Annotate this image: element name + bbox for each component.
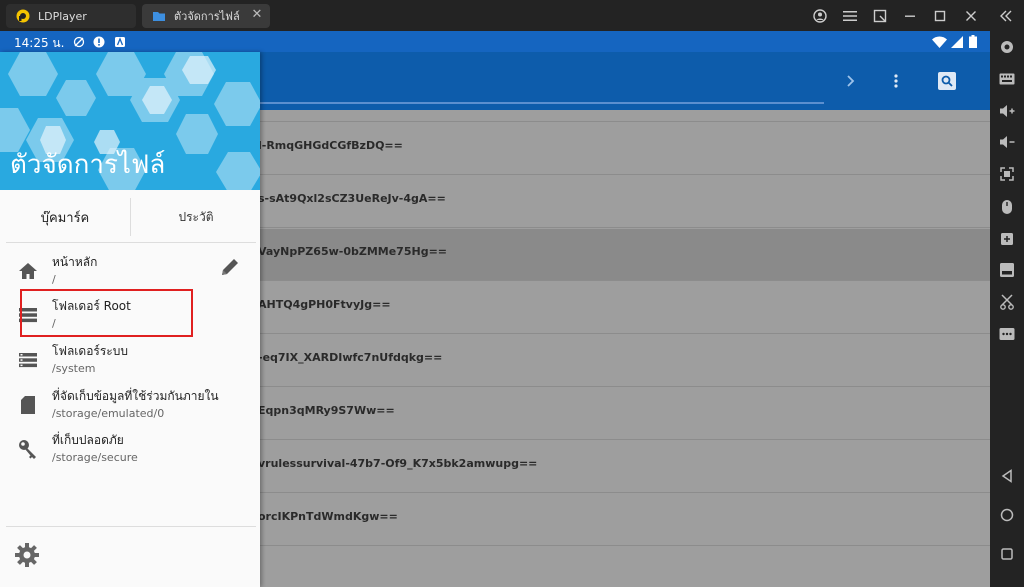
close-window-icon[interactable]: [961, 6, 981, 26]
chevron-right-icon[interactable]: [845, 74, 857, 88]
key-icon: [17, 438, 39, 460]
drawer-item-internal-storage[interactable]: ที่จัดเก็บข้อมูลที่ใช้ร่วมกันภายใน /stor…: [0, 383, 260, 427]
search-icon[interactable]: [938, 72, 956, 90]
tabs-divider: [6, 242, 256, 243]
tab-bookmarks-label: บุ๊คมาร์ค: [40, 210, 90, 226]
signal-icon: [951, 36, 963, 48]
more-tools-icon[interactable]: [997, 324, 1017, 344]
file-name: Eqpn3qMRy9S7Ww==: [258, 404, 395, 417]
file-name: s-sAt9Qxl2sCZ3UeReJv-4gA==: [258, 192, 446, 205]
home-icon: [17, 260, 39, 282]
more-options-icon[interactable]: [892, 73, 900, 89]
keyboard-icon[interactable]: [997, 69, 1017, 89]
drawer-item-path: /system: [52, 362, 96, 375]
file-name: VayNpPZ65w-0bZMMe75Hg==: [258, 245, 447, 258]
drawer-item-name: โฟลเดอร์ระบบ: [52, 344, 128, 358]
volume-down-icon[interactable]: [997, 132, 1017, 152]
settings-ring-icon[interactable]: [997, 37, 1017, 57]
highlight-box: [20, 289, 193, 337]
collapse-sidebar-icon[interactable]: [996, 6, 1016, 26]
sd-card-icon: [17, 394, 39, 416]
status-time: 14:25 น.: [14, 36, 65, 50]
edit-pencil-icon[interactable]: [219, 256, 241, 278]
tab-history-label: ประวัติ: [178, 209, 214, 224]
drawer-item-name: หน้าหลัก: [52, 255, 98, 269]
storage-icon: [17, 349, 39, 371]
alert-icon: [93, 36, 105, 48]
drawer-item-secure-storage[interactable]: ที่เก็บปลอดภัย /storage/secure: [0, 427, 260, 471]
wifi-icon: [932, 36, 947, 48]
apk-install-icon[interactable]: [997, 260, 1017, 280]
settings-gear-icon[interactable]: [14, 542, 40, 568]
drawer-item-path: /: [52, 273, 56, 286]
window-titlebar: LDPlayer ตัวจัดการไฟล์ ✕: [0, 0, 1024, 31]
add-window-icon[interactable]: [997, 229, 1017, 249]
folder-icon: [153, 12, 165, 21]
tab-file-manager[interactable]: ตัวจัดการไฟล์ ✕: [142, 4, 270, 28]
drawer-title: ตัวจัดการไฟล์: [10, 150, 166, 180]
drawer-item-system-folder[interactable]: โฟลเดอร์ระบบ /system: [0, 338, 260, 382]
status-bar: 14:25 น.: [0, 31, 990, 52]
minimize-icon[interactable]: [900, 6, 920, 26]
notification-icon: [73, 36, 85, 48]
scissors-icon[interactable]: [997, 292, 1017, 312]
back-icon[interactable]: [997, 466, 1017, 486]
tab-label: ตัวจัดการไฟล์: [174, 10, 240, 23]
ldplayer-logo-icon: [16, 9, 30, 23]
mouse-icon[interactable]: [997, 197, 1017, 217]
file-name: AHTQ4gPH0FtvyJg==: [258, 298, 391, 311]
fullscreen-icon[interactable]: [997, 164, 1017, 184]
tab-close-icon[interactable]: ✕: [250, 8, 264, 22]
drawer-item-path: /storage/emulated/0: [52, 407, 165, 420]
file-name: -eq7IX_XARDIwfc7nUfdqkg==: [258, 351, 443, 364]
app-notification-icon: [115, 37, 125, 47]
account-icon[interactable]: [810, 6, 830, 26]
file-name: l-RmqGHGdCGfBzDQ==: [258, 139, 403, 152]
maximize-icon[interactable]: [930, 6, 950, 26]
drawer-footer-divider: [6, 526, 256, 527]
volume-up-icon[interactable]: [997, 101, 1017, 121]
tab-bookmarks[interactable]: บุ๊คมาร์ค: [0, 192, 130, 242]
file-name: orcIKPnTdWmdKgw==: [258, 510, 398, 523]
path-bar-underline: [260, 102, 824, 104]
home-button-icon[interactable]: [997, 505, 1017, 525]
tab-label: LDPlayer: [38, 9, 87, 23]
tab-ldplayer[interactable]: LDPlayer: [6, 4, 136, 28]
screenshot-window-icon[interactable]: [870, 6, 890, 26]
emulator-sidebar: [990, 31, 1024, 587]
tab-history[interactable]: ประวัติ: [131, 192, 260, 242]
drawer-item-name: ที่จัดเก็บข้อมูลที่ใช้ร่วมกันภายใน: [52, 389, 219, 403]
recent-apps-icon[interactable]: [997, 544, 1017, 564]
menu-icon[interactable]: [840, 6, 860, 26]
file-name: vrulessurvival-47b7-Of9_K7x5bk2amwupg==: [258, 457, 538, 470]
drawer-header: ตัวจัดการไฟล์: [0, 52, 260, 190]
drawer-item-name: ที่เก็บปลอดภัย: [52, 433, 124, 447]
drawer-item-path: /storage/secure: [52, 451, 138, 464]
battery-icon: [969, 35, 977, 48]
